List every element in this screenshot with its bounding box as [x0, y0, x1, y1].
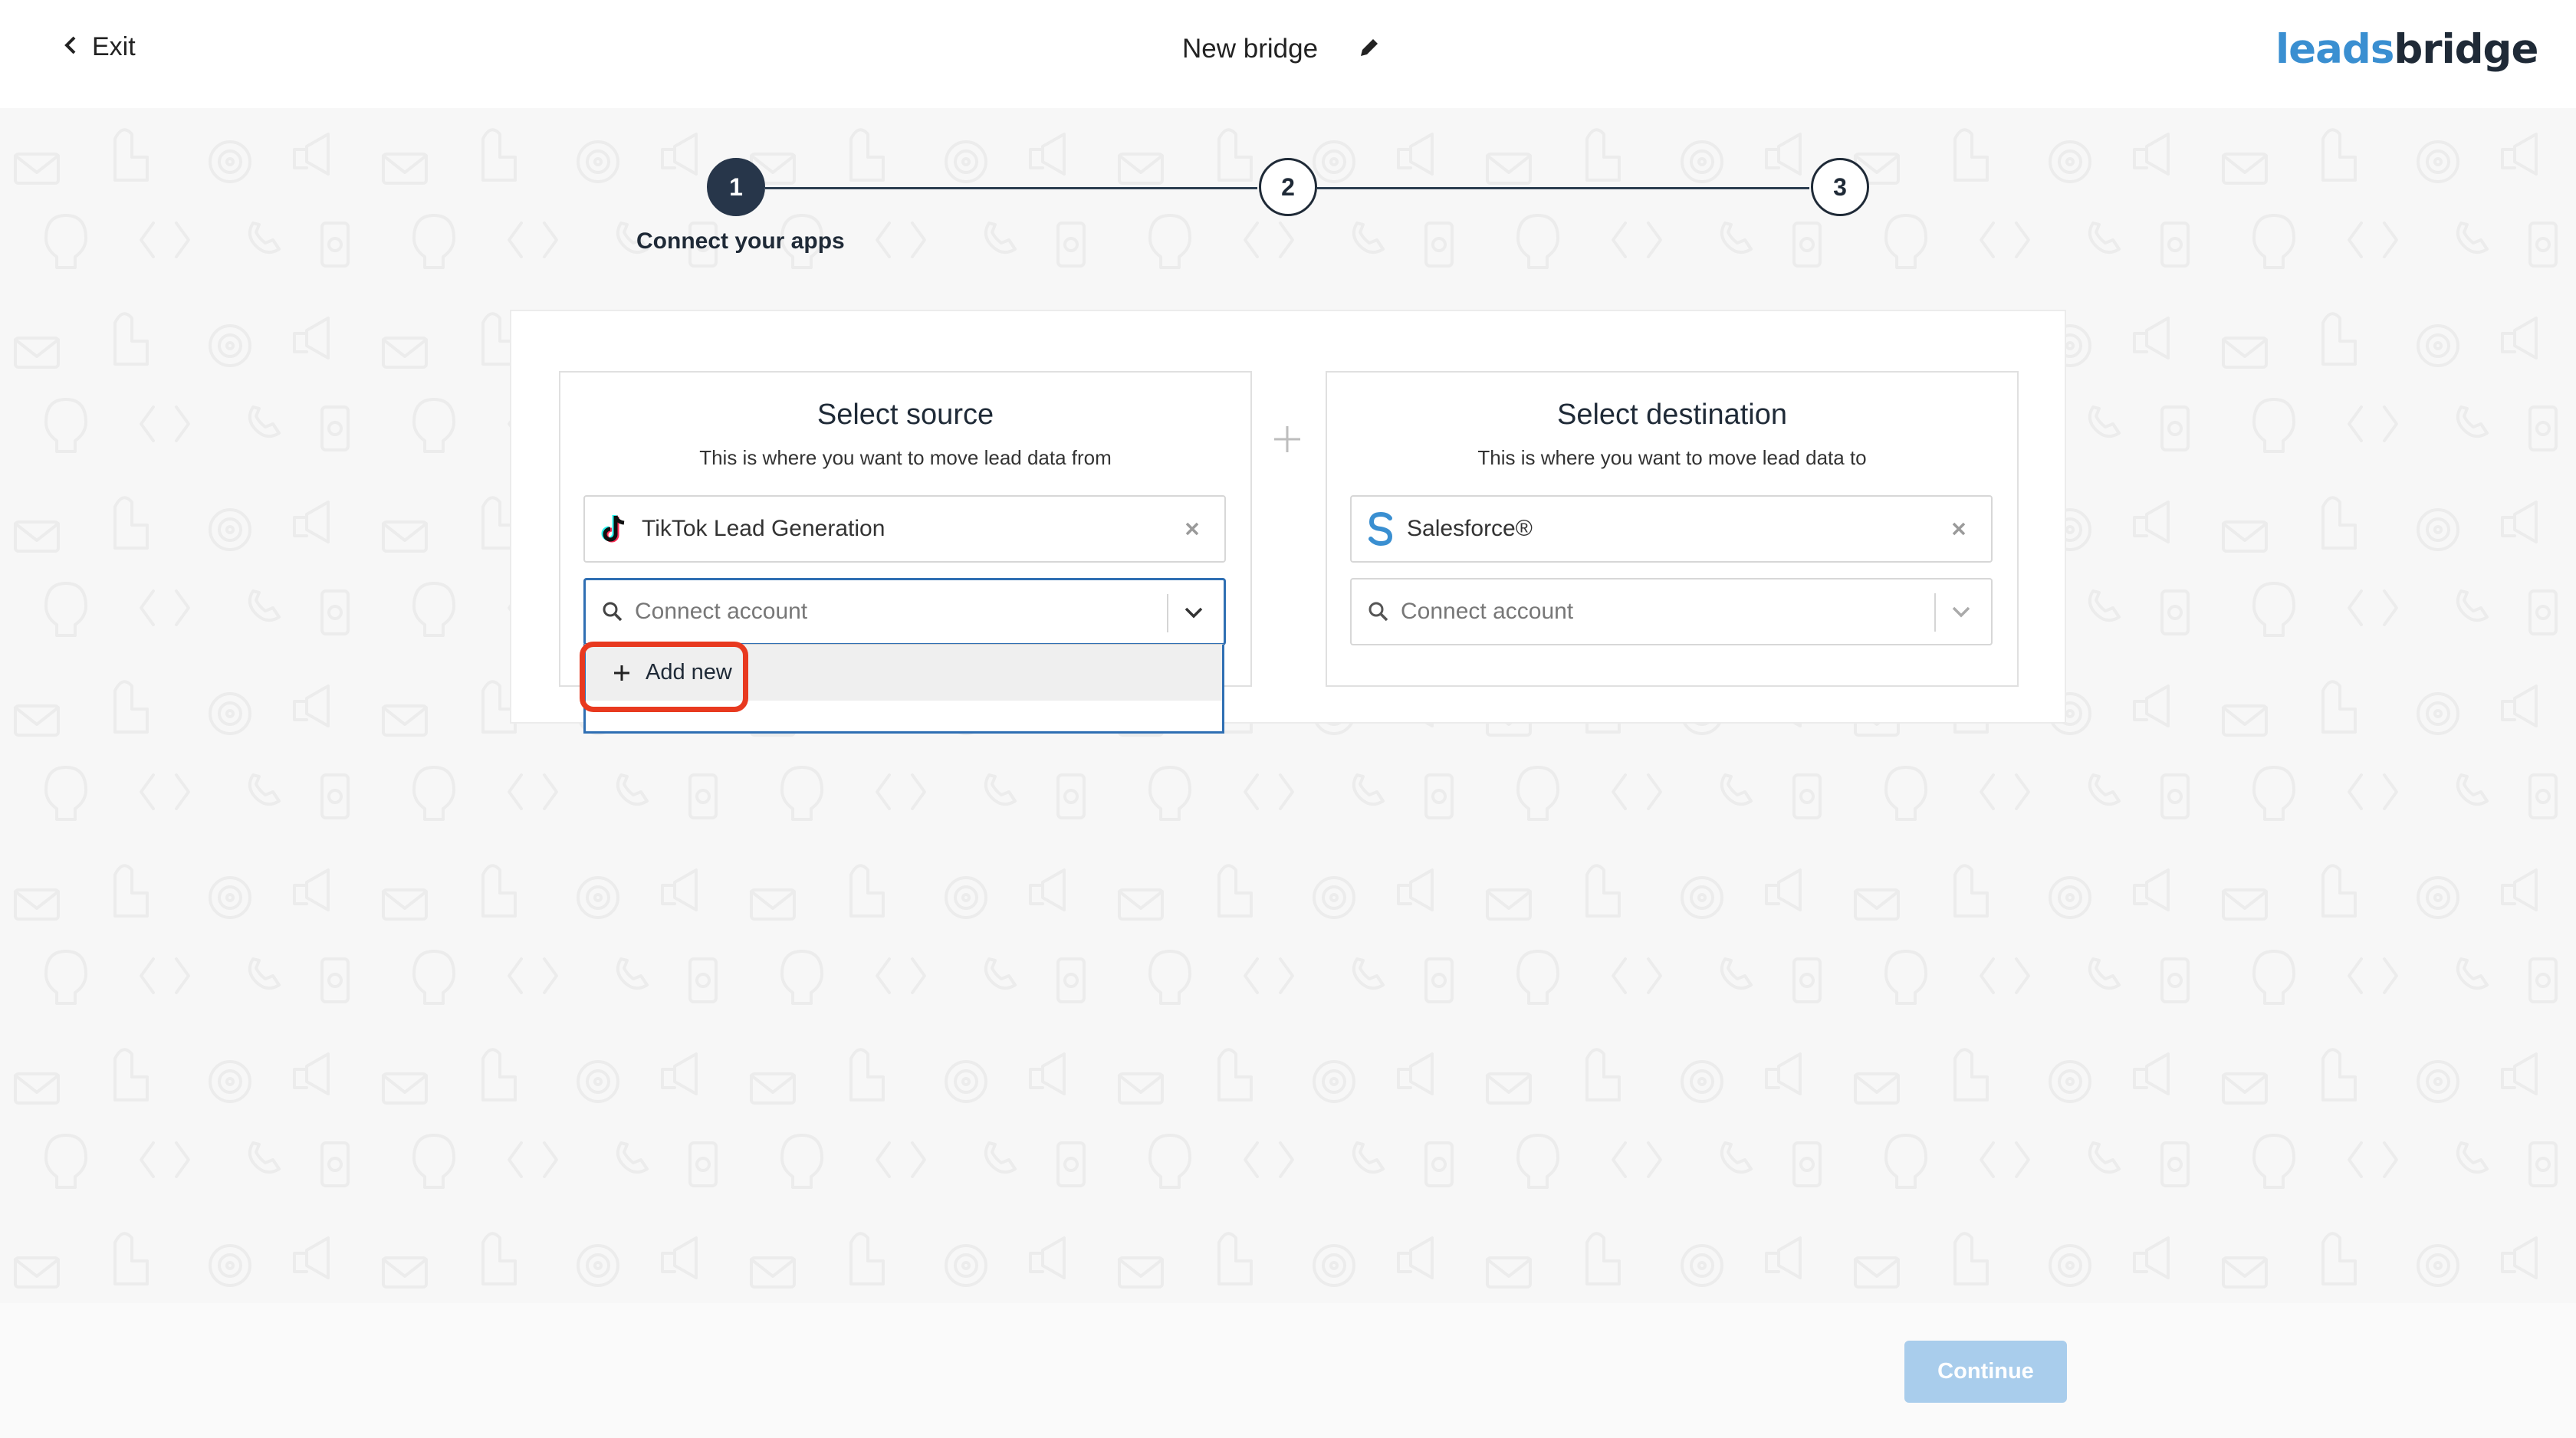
clear-source-app-button[interactable]: [1178, 515, 1206, 547]
top-header: Exit New bridge leadsbridge: [0, 0, 2576, 108]
destination-account-select[interactable]: [1350, 578, 1993, 645]
close-icon: [1952, 522, 1966, 536]
salesforce-icon: [1367, 512, 1395, 546]
source-account-dropdown-toggle[interactable]: [1181, 600, 1207, 630]
plus-icon: [1268, 420, 1306, 462]
step-1-label: Connect your apps: [636, 228, 845, 254]
chevron-left-icon: [63, 35, 78, 59]
page-title: New bridge: [1182, 34, 1319, 64]
step-connector: [765, 187, 1257, 189]
close-icon: [1185, 522, 1199, 536]
clear-destination-app-button[interactable]: [1945, 515, 1973, 547]
select-divider: [1934, 593, 1936, 632]
source-subtitle: This is where you want to move lead data…: [699, 446, 1112, 469]
edit-title-button[interactable]: [1358, 36, 1381, 63]
pencil-icon: [1361, 38, 1378, 56]
chevron-down-icon: [1952, 606, 1970, 618]
destination-app-name: Salesforce®: [1407, 516, 1533, 541]
plus-icon: [612, 663, 632, 683]
destination-subtitle: This is where you want to move lead data…: [1477, 446, 1867, 469]
source-title: Select source: [816, 399, 994, 431]
search-icon: [601, 600, 624, 623]
destination-app-select[interactable]: Salesforce®: [1350, 495, 1993, 563]
destination-account-input[interactable]: [1401, 599, 1876, 625]
leadsbridge-logo: leadsbridge: [2275, 26, 2538, 73]
source-app-select[interactable]: TikTok Lead Generation: [583, 495, 1226, 563]
footer-bar: [0, 1303, 2576, 1438]
continue-button[interactable]: Continue: [1904, 1341, 2067, 1403]
source-app-name: TikTok Lead Generation: [642, 516, 886, 541]
select-divider: [1167, 594, 1168, 632]
step-connector: [1317, 187, 1809, 189]
source-account-input[interactable]: [635, 599, 1110, 625]
destination-panel: Select destination This is where you wan…: [1326, 371, 2019, 687]
exit-label: Exit: [92, 32, 136, 61]
background-pattern: [0, 108, 2576, 1438]
tiktok-icon: [600, 513, 629, 545]
source-panel: Select source This is where you want to …: [559, 371, 1252, 687]
exit-button[interactable]: Exit: [63, 32, 136, 62]
step-3-circle: 3: [1811, 158, 1869, 216]
source-account-select[interactable]: [583, 578, 1226, 645]
destination-account-dropdown-toggle[interactable]: [1948, 599, 1974, 629]
destination-title: Select destination: [1557, 399, 1787, 431]
bridge-title-area: New bridge: [1182, 34, 1381, 64]
search-icon: [1367, 600, 1390, 623]
add-new-label: Add new: [646, 660, 732, 685]
step-2-circle: 2: [1259, 158, 1317, 216]
step-1-circle: 1: [707, 158, 765, 216]
chevron-down-icon: [1184, 607, 1203, 619]
source-account-dropdown-menu: Add new: [583, 644, 1224, 734]
add-new-account-option[interactable]: Add new: [586, 645, 1222, 701]
